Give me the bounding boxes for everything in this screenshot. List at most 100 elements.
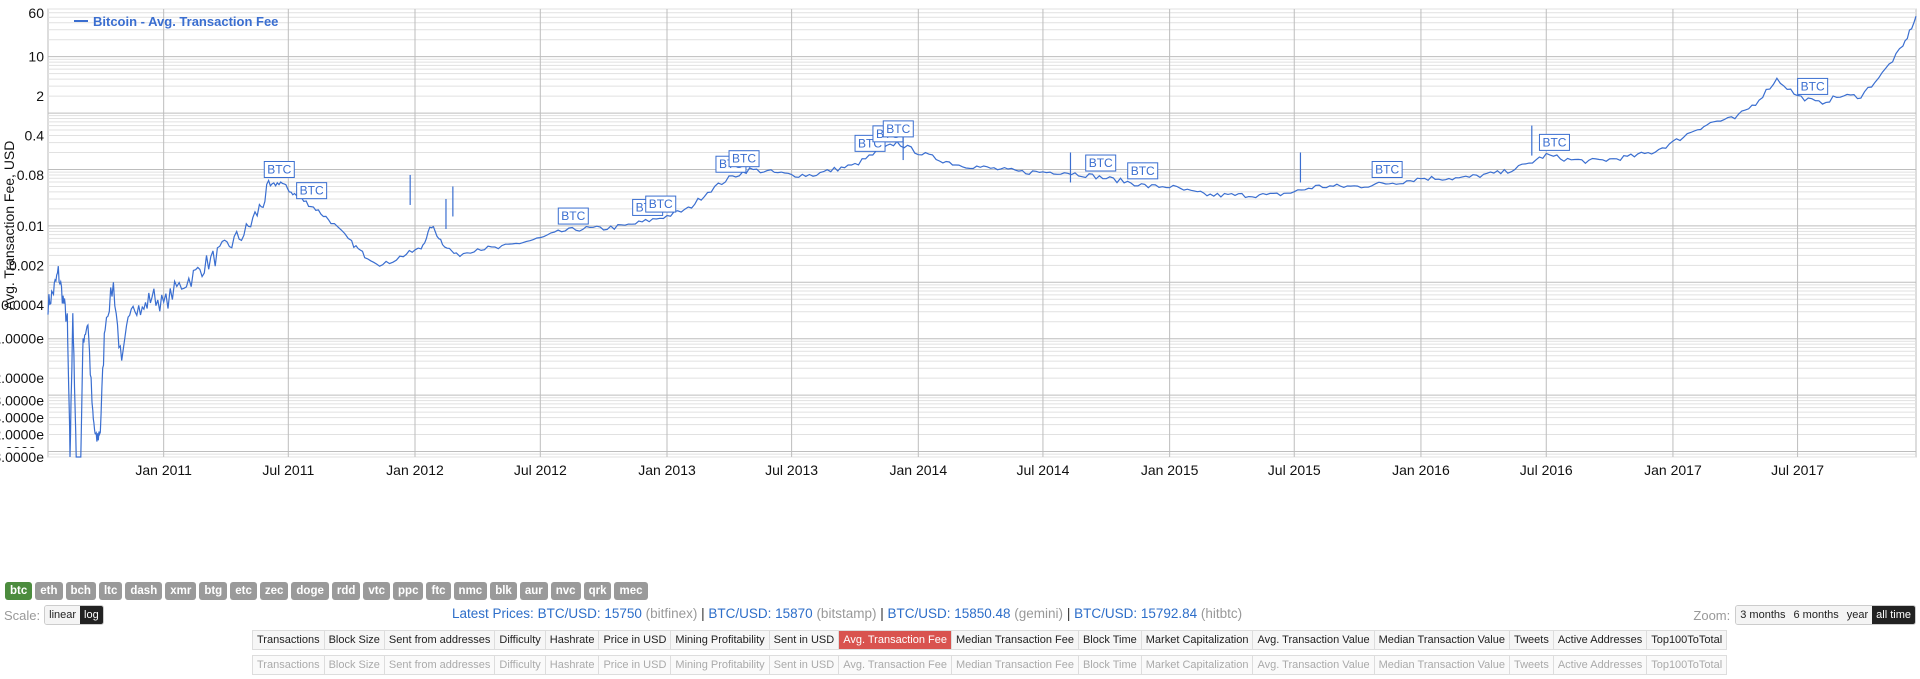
coin-tab-btg[interactable]: btg <box>199 582 228 600</box>
compare-tab-sent-from-addresses[interactable]: Sent from addresses <box>385 656 496 674</box>
price-exchange: (hitbtc) <box>1200 606 1243 621</box>
coin-tab-blk[interactable]: blk <box>490 582 517 600</box>
coin-tab-nmc[interactable]: nmc <box>453 582 488 600</box>
coin-selector: btc eth bch ltc dash xmr btg etc zec doge rdd vtc pp… <box>5 582 648 600</box>
event-flag-label: BTC <box>732 152 756 166</box>
compare-tab-tweets[interactable]: Tweets <box>1510 656 1554 674</box>
coin-tab-qrk[interactable]: qrk <box>583 582 612 600</box>
x-tick-label: Jul 2017 <box>1771 462 1824 478</box>
price-exchange: (gemini) <box>1014 606 1064 621</box>
metric-tab-avg-transaction-fee[interactable]: Avg. Transaction Fee <box>839 631 952 649</box>
latest-prices: Latest Prices: BTC/USD: 15750 (bitfinex)… <box>452 606 1242 621</box>
compare-tab-avg-transaction-fee[interactable]: Avg. Transaction Fee <box>839 656 952 674</box>
compare-tab-active-addresses[interactable]: Active Addresses <box>1554 656 1648 674</box>
coin-tab-vtc[interactable]: vtc <box>363 582 391 600</box>
metric-tab-price-in-usd[interactable]: Price in USD <box>599 631 672 649</box>
metric-tab-market-capitalization[interactable]: Market Capitalization <box>1142 631 1254 649</box>
coin-tab-aur[interactable]: aur <box>519 582 548 600</box>
compare-tab-transactions[interactable]: Transactions <box>253 656 325 674</box>
price-value: BTC/USD: 15870 <box>708 606 817 621</box>
metric-tab-hashrate[interactable]: Hashrate <box>546 631 600 649</box>
metric-tab-difficulty[interactable]: Difficulty <box>495 631 546 649</box>
coin-tab-eth[interactable]: eth <box>35 582 63 600</box>
event-flag[interactable]: BTC <box>882 120 914 138</box>
y-tick-label: 10 <box>28 49 44 65</box>
metric-tab-median-transaction-value[interactable]: Median Transaction Value <box>1375 631 1510 649</box>
y-tick-label: 8.0000e <box>0 449 44 465</box>
metric-tab-mining-profitability[interactable]: Mining Profitability <box>671 631 770 649</box>
metric-tab-sent-from-addresses[interactable]: Sent from addresses <box>385 631 496 649</box>
zoom-label: Zoom: <box>1693 607 1731 623</box>
metric-tab-block-size[interactable]: Block Size <box>325 631 385 649</box>
legend[interactable]: Bitcoin - Avg. Transaction Fee <box>74 14 278 29</box>
x-tick-label: Jan 2017 <box>1644 462 1702 478</box>
event-flag-label: BTC <box>1131 164 1155 178</box>
event-flag[interactable]: BTC <box>1371 160 1403 178</box>
price-value: BTC/USD: 15750 <box>537 606 646 621</box>
coin-tab-mec[interactable]: mec <box>614 582 648 600</box>
zoom-option-3-months[interactable]: 3 months <box>1736 606 1790 624</box>
compare-tab-market-capitalization[interactable]: Market Capitalization <box>1142 656 1254 674</box>
event-flag[interactable]: BTC <box>1797 77 1829 95</box>
metric-tab-sent-in-usd[interactable]: Sent in USD <box>770 631 840 649</box>
price-exchange: (bitfinex) <box>645 606 698 621</box>
event-flag-label: BTC <box>886 122 910 136</box>
compare-tab-block-time[interactable]: Block Time <box>1079 656 1142 674</box>
metric-tab-median-transaction-fee[interactable]: Median Transaction Fee <box>952 631 1079 649</box>
event-flag[interactable]: BTC <box>1538 133 1570 151</box>
event-flag[interactable]: BTC <box>1085 154 1117 172</box>
coin-tab-ftc[interactable]: ftc <box>426 582 451 600</box>
coin-tab-bch[interactable]: bch <box>65 582 96 600</box>
zoom-option-6-months[interactable]: 6 months <box>1789 606 1843 624</box>
compare-tab-mining-profitability[interactable]: Mining Profitability <box>671 656 770 674</box>
event-flag[interactable]: BTC <box>557 207 589 225</box>
coin-tab-ppc[interactable]: ppc <box>393 582 424 600</box>
compare-tab-sent-in-usd[interactable]: Sent in USD <box>770 656 840 674</box>
x-axis-ticks: Jan 2011 Jul 2011 Jan 2012 Jul 2012 Jan 2013… <box>135 462 1824 478</box>
coin-tab-ltc[interactable]: ltc <box>98 582 123 600</box>
coin-tab-btc[interactable]: btc <box>5 582 33 600</box>
price-exchange: (bitstamp) <box>816 606 877 621</box>
coin-tab-nvc[interactable]: nvc <box>550 582 581 600</box>
scale-option-log[interactable]: log <box>80 606 103 624</box>
metric-tab-top100tototal[interactable]: Top100ToTotal <box>1647 631 1726 649</box>
coin-tab-zec[interactable]: zec <box>259 582 289 600</box>
compare-tab-block-size[interactable]: Block Size <box>325 656 385 674</box>
x-tick-label: Jul 2013 <box>765 462 818 478</box>
event-flag-label: BTC <box>649 197 673 211</box>
metric-tab-tweets[interactable]: Tweets <box>1510 631 1554 649</box>
compare-tab-median-transaction-value[interactable]: Median Transaction Value <box>1375 656 1510 674</box>
coin-tab-doge[interactable]: doge <box>291 582 329 600</box>
compare-tab-hashrate[interactable]: Hashrate <box>546 656 600 674</box>
metric-tabs-compare: Transactions Block Size Sent from addresse… <box>252 655 1728 675</box>
zoom-toggle: 3 months 6 months year all time <box>1735 605 1916 625</box>
y-tick-label: 2 <box>36 88 44 104</box>
x-tick-label: Jan 2012 <box>386 462 444 478</box>
y-tick-label: 0.01 <box>17 218 44 234</box>
event-flag[interactable]: BTC <box>645 195 677 213</box>
zoom-option-all-time[interactable]: all time <box>1872 606 1915 624</box>
coin-tab-rdd[interactable]: rdd <box>331 582 361 600</box>
scale-option-linear[interactable]: linear <box>45 606 81 624</box>
event-flag[interactable]: BTC <box>263 160 295 178</box>
event-flag[interactable]: BTC <box>728 150 760 168</box>
event-flag[interactable]: BTC <box>1127 162 1159 180</box>
metric-tab-transactions[interactable]: Transactions <box>253 631 325 649</box>
compare-tab-top100tototal[interactable]: Top100ToTotal <box>1647 656 1726 674</box>
metric-tab-avg-transaction-value[interactable]: Avg. Transaction Value <box>1253 631 1375 649</box>
compare-tab-avg-transaction-value[interactable]: Avg. Transaction Value <box>1253 656 1375 674</box>
coin-tab-etc[interactable]: etc <box>230 582 257 600</box>
event-flag[interactable]: BTC <box>296 182 328 200</box>
y-tick-label: 2.0000e <box>0 370 44 386</box>
compare-tab-difficulty[interactable]: Difficulty <box>495 656 546 674</box>
compare-tab-price-in-usd[interactable]: Price in USD <box>599 656 672 674</box>
compare-tab-median-transaction-fee[interactable]: Median Transaction Fee <box>952 656 1079 674</box>
event-flag-label: BTC <box>1375 162 1399 176</box>
event-flag-label: BTC <box>1801 79 1825 93</box>
coin-tab-xmr[interactable]: xmr <box>165 582 197 600</box>
metric-tab-block-time[interactable]: Block Time <box>1079 631 1142 649</box>
metric-tab-active-addresses[interactable]: Active Addresses <box>1554 631 1648 649</box>
event-flag-label: BTC <box>561 209 585 223</box>
zoom-option-year[interactable]: year <box>1842 606 1873 624</box>
coin-tab-dash[interactable]: dash <box>125 582 163 600</box>
